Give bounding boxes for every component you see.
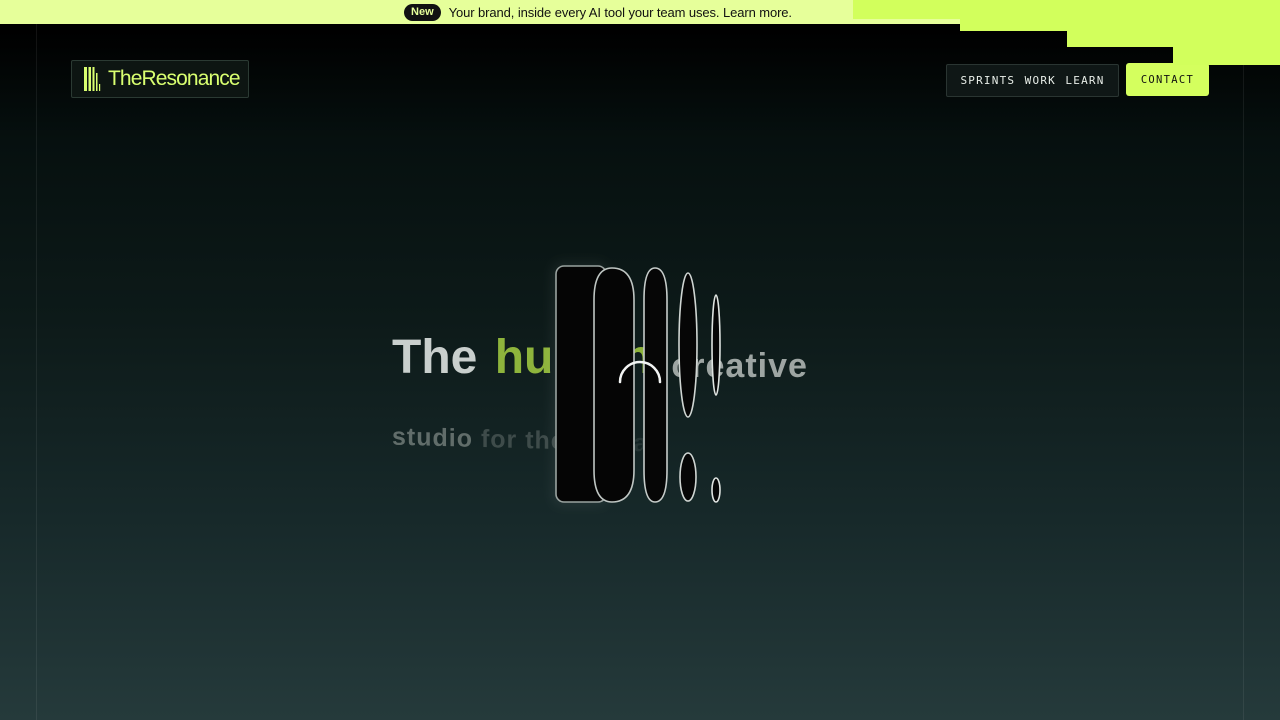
barcode-logo-icon: [84, 67, 101, 91]
brand-logo[interactable]: TheResonance: [71, 60, 249, 98]
glass-slabs: [552, 262, 721, 506]
announcement-link[interactable]: Your brand, inside every AI tool your te…: [449, 5, 792, 20]
announcement-content[interactable]: New Your brand, inside every AI tool you…: [404, 3, 792, 21]
new-badge: New: [404, 3, 441, 21]
page: New Your brand, inside every AI tool you…: [0, 0, 1280, 720]
pixel-stair-decoration: [1173, 0, 1280, 65]
main-nav: SPRINTS WORK LEARN: [946, 64, 1119, 97]
hero-3d-shape: [552, 262, 721, 506]
contact-button[interactable]: CONTACT: [1126, 63, 1209, 96]
brand-name: TheResonance: [108, 67, 241, 90]
nav-item-work[interactable]: WORK: [1025, 74, 1056, 87]
nav-item-sprints[interactable]: SPRINTS: [960, 74, 1015, 87]
nav-item-learn[interactable]: LEARN: [1065, 74, 1104, 87]
